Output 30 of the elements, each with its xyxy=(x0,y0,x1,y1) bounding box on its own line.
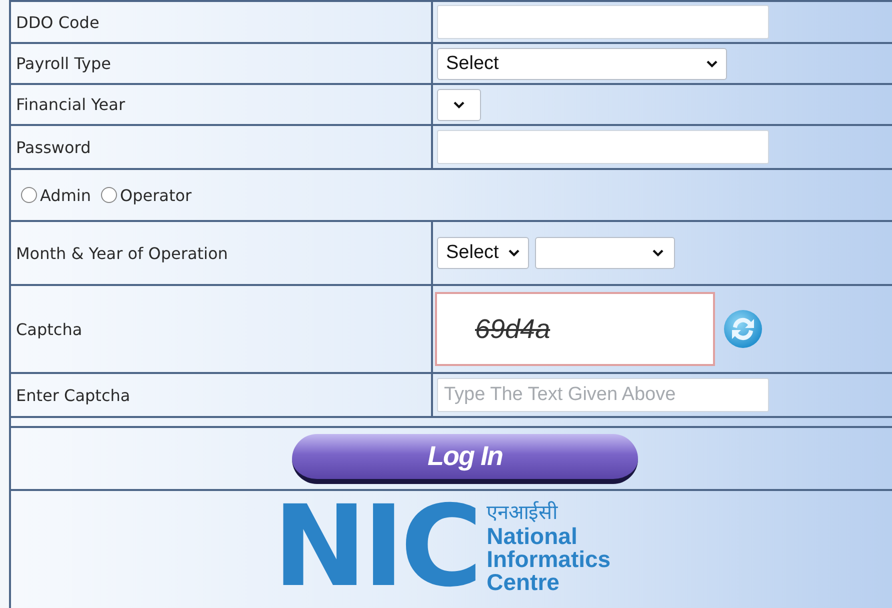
chevron-down-icon xyxy=(706,60,718,68)
field-label: Captcha xyxy=(16,320,82,338)
dropdown[interactable] xyxy=(437,88,481,120)
field-label: Month & Year of Operation xyxy=(16,244,228,262)
logo-name-text: Centre xyxy=(486,571,560,594)
captcha-input-field[interactable]: Type The Text Given Above xyxy=(437,378,769,412)
dropdown[interactable]: Select xyxy=(437,48,727,80)
dropdown[interactable]: Select xyxy=(437,237,529,269)
field-label: Payroll Type xyxy=(16,54,111,73)
logo-name-text: National xyxy=(486,525,578,548)
dropdown[interactable] xyxy=(535,237,675,269)
chevron-down-icon xyxy=(508,249,520,257)
radio-button[interactable] xyxy=(21,187,37,203)
logo-letters: NIC xyxy=(273,497,479,597)
input-field[interactable] xyxy=(437,130,769,164)
chevron-down-icon xyxy=(453,100,465,108)
field-label: DDO Code xyxy=(16,12,100,32)
input-field[interactable] xyxy=(437,5,769,39)
logo-name-text: Informatics xyxy=(486,548,611,571)
chevron-down-icon xyxy=(652,249,664,257)
field-label: Enter Captcha xyxy=(16,386,130,404)
field-label: Financial Year xyxy=(16,95,126,114)
login-button[interactable]: Log In xyxy=(292,434,638,484)
radio-label[interactable]: Operator xyxy=(120,186,192,204)
refresh-icon[interactable] xyxy=(723,309,763,349)
radio-button[interactable] xyxy=(101,187,117,203)
radio-label[interactable]: Admin xyxy=(40,186,91,204)
captcha-text: 69d4a xyxy=(475,314,550,344)
field-label: Password xyxy=(16,138,91,156)
logo-hindi-text: एनआईसी xyxy=(486,499,559,525)
